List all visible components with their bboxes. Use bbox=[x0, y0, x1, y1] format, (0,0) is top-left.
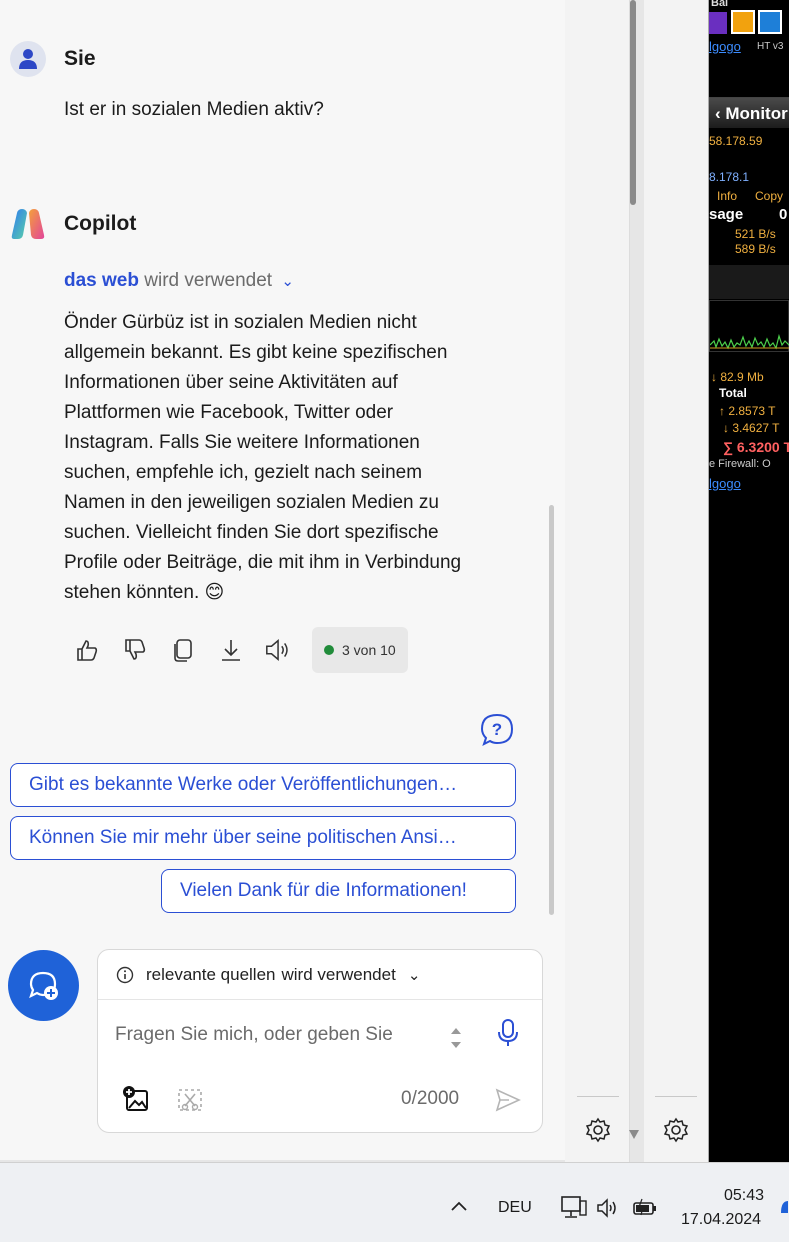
answer-line: allgemein bekannt. Es gibt keine spezifi… bbox=[64, 342, 448, 363]
chevron-down-icon: ⌄ bbox=[407, 966, 421, 984]
add-image-icon[interactable] bbox=[122, 1085, 150, 1113]
answer-line: Informationen über seine Aktivitäten auf bbox=[64, 372, 398, 393]
char-counter: 0/2000 bbox=[401, 1088, 460, 1109]
suggestion-button[interactable]: Können Sie mir mehr über seine politisch… bbox=[10, 816, 516, 860]
copilot-panel: Sie Ist er in sozialen Medien aktiv? Cop… bbox=[0, 0, 565, 1160]
volume-icon[interactable] bbox=[596, 1197, 620, 1219]
download-icon[interactable] bbox=[216, 635, 246, 665]
response-actions: 3 von 10 bbox=[72, 627, 408, 673]
source-suffix: wird verwendet bbox=[281, 964, 396, 984]
thumbs-up-icon[interactable] bbox=[72, 635, 102, 665]
monitor-up-total: ↑ 2.8573 T bbox=[719, 404, 776, 418]
svg-text:?: ? bbox=[492, 720, 502, 739]
web-source-prefix: das web bbox=[64, 270, 139, 291]
monitor-copy[interactable]: Copy bbox=[755, 189, 783, 203]
language-indicator[interactable]: DEU bbox=[498, 1199, 532, 1217]
monitor-ip-1: 58.178.59 bbox=[709, 134, 763, 148]
web-source-toggle[interactable]: das web wird verwendet ⌄ bbox=[64, 270, 294, 292]
response-counter-badge: 3 von 10 bbox=[312, 627, 408, 673]
copy-icon[interactable] bbox=[168, 635, 198, 665]
monitor-info[interactable]: Info bbox=[717, 189, 737, 203]
clock-time[interactable]: 05:43 bbox=[724, 1187, 764, 1205]
clock-date[interactable]: 17.04.2024 bbox=[681, 1211, 761, 1229]
monitor-total-label: Total bbox=[719, 386, 747, 400]
new-topic-button[interactable] bbox=[8, 950, 79, 1021]
monitor-link[interactable]: lgogo bbox=[709, 476, 741, 491]
copilot-name: Copilot bbox=[64, 212, 137, 235]
monitor-usage-value: 0 bbox=[779, 206, 788, 223]
monitor-ip-2: 8.178.1 bbox=[709, 170, 750, 184]
chat-scrollbar[interactable] bbox=[549, 505, 554, 915]
battery-icon[interactable] bbox=[632, 1197, 658, 1219]
chevron-down-icon: ⌄ bbox=[281, 273, 294, 290]
divider bbox=[577, 1096, 619, 1097]
monitor-down-total: ↓ 3.4627 T bbox=[723, 421, 780, 435]
question-bubble-icon[interactable]: ? bbox=[479, 712, 515, 748]
secondary-side-panel bbox=[644, 0, 709, 1162]
power-tile-icon[interactable] bbox=[709, 12, 727, 34]
copilot-side-strip bbox=[565, 0, 630, 1162]
suggestion-button[interactable]: Gibt es bekannte Werke oder Veröffentlic… bbox=[10, 763, 516, 807]
web-source-suffix: wird verwendet bbox=[144, 270, 273, 291]
message-input[interactable]: Fragen Sie mich, oder geben Sie bbox=[115, 1024, 393, 1046]
user-message: Ist er in sozialen Medien aktiv? bbox=[64, 99, 324, 120]
composer: relevante quellen wird verwendet ⌄ Frage… bbox=[97, 949, 543, 1133]
source-toggle[interactable]: relevante quellen wird verwendet ⌄ bbox=[98, 950, 542, 1000]
traffic-graph bbox=[709, 300, 789, 352]
answer-line: Namen in den jeweiligen sozialen Medien … bbox=[64, 492, 439, 513]
network-monitor-widget: Bal lgogo HT v3 ‹ Monitor 58.178.59 8.17… bbox=[709, 0, 789, 1162]
resize-stepper-icon[interactable] bbox=[448, 1024, 464, 1052]
taskbar: DEU 05:43 17.04.2024 bbox=[0, 1162, 789, 1242]
copilot-logo-icon bbox=[11, 209, 45, 239]
power-icon[interactable] bbox=[731, 10, 755, 34]
copilot-answer: Önder Gürbüz ist in sozialen Medien nich… bbox=[64, 308, 461, 608]
answer-line: Instagram. Falls Sie weitere Information… bbox=[64, 432, 420, 453]
response-counter: 3 von 10 bbox=[342, 642, 396, 658]
monitor-version: HT v3 bbox=[757, 41, 784, 52]
send-icon[interactable] bbox=[494, 1086, 522, 1114]
user-avatar-icon bbox=[10, 41, 46, 77]
info-icon bbox=[116, 966, 134, 983]
monitor-sum-total: ∑ 6.3200 T bbox=[723, 439, 789, 455]
monitor-firewall: e Firewall: O bbox=[709, 458, 771, 470]
gear-icon[interactable] bbox=[662, 1116, 690, 1144]
panel-scrollbar[interactable] bbox=[630, 0, 636, 205]
thumbs-down-icon[interactable] bbox=[120, 635, 150, 665]
answer-line: Profile oder Beiträge, die mit ihm in Ve… bbox=[64, 552, 462, 573]
logout-icon[interactable] bbox=[758, 10, 782, 34]
monitor-top-label: Bal bbox=[711, 0, 729, 9]
status-dot bbox=[324, 645, 334, 655]
chevron-up-icon[interactable] bbox=[449, 1199, 469, 1213]
read-aloud-icon[interactable] bbox=[264, 635, 294, 665]
monitor-down-rate: ↓ 82.9 Mb bbox=[711, 370, 764, 384]
notification-bell-icon[interactable] bbox=[779, 1197, 789, 1219]
monitor-top-link[interactable]: lgogo bbox=[709, 39, 741, 54]
answer-line: Plattformen wie Facebook, Twitter oder bbox=[64, 402, 394, 423]
monitor-usage-label: sage bbox=[709, 206, 744, 223]
new-chat-icon bbox=[28, 971, 58, 1000]
scroll-down-arrow-icon[interactable] bbox=[629, 1130, 639, 1139]
source-label: relevante quellen bbox=[146, 964, 276, 984]
monitor-rate-up: 521 B/s bbox=[735, 227, 776, 241]
answer-line: suchen. Vielleicht finden Sie dort spezi… bbox=[64, 522, 439, 543]
monitor-rate-down: 589 B/s bbox=[735, 242, 776, 256]
microphone-icon[interactable] bbox=[496, 1018, 520, 1048]
gear-icon[interactable] bbox=[584, 1116, 612, 1144]
screenshot-icon[interactable] bbox=[176, 1086, 204, 1114]
suggestion-button[interactable]: Vielen Dank für die Informationen! bbox=[161, 869, 516, 913]
divider bbox=[655, 1096, 697, 1097]
answer-line: suchen, empfehle ich, gezielt nach seine… bbox=[64, 462, 423, 483]
network-icon[interactable] bbox=[560, 1195, 588, 1221]
user-name: Sie bbox=[64, 47, 96, 70]
answer-line: Önder Gürbüz ist in sozialen Medien nich… bbox=[64, 312, 417, 333]
answer-line: stehen könnten. 😊 bbox=[64, 582, 225, 603]
monitor-title: ‹ Monitor bbox=[715, 104, 788, 123]
